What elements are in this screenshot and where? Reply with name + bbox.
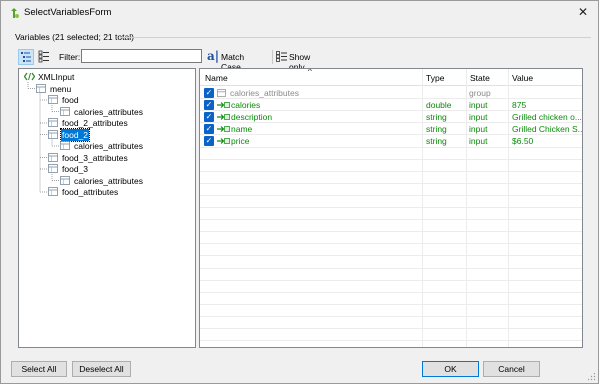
- toolbar-separator: [272, 50, 273, 64]
- tree-node-label: calories_attributes: [74, 106, 143, 117]
- cell-name: calories: [231, 99, 261, 110]
- variables-group-label: Variables (21 selected; 21 total): [15, 32, 134, 42]
- tree-node-label: calories_attributes: [74, 175, 143, 186]
- input-arrow-icon: [217, 125, 230, 133]
- resize-grip-icon[interactable]: [588, 373, 596, 381]
- row-divider: [200, 267, 582, 269]
- tree-node-label: food_3_attributes: [62, 152, 128, 163]
- row-divider: [200, 279, 582, 281]
- table-row[interactable]: ✓ price string input $6.50: [200, 135, 582, 147]
- tree-node-label: food_3: [62, 164, 88, 174]
- row-divider: [200, 219, 582, 221]
- cell-state: input: [469, 99, 488, 110]
- table-row[interactable]: ✓ calories_attributes group: [200, 87, 582, 99]
- tree-node-label: XMLInput: [38, 72, 75, 82]
- row-checkbox[interactable]: ✓: [204, 99, 214, 110]
- row-divider: [200, 303, 582, 305]
- table-icon: [48, 164, 58, 173]
- row-divider: [200, 243, 582, 245]
- row-divider: [200, 315, 582, 317]
- cell-type: double: [426, 99, 452, 110]
- match-case-icon[interactable]: a|: [207, 49, 219, 63]
- cell-type: string: [426, 135, 447, 146]
- app-icon: [11, 8, 19, 18]
- group-divider: [121, 37, 591, 38]
- cell-state: group: [469, 87, 491, 98]
- cell-state: input: [469, 123, 488, 134]
- row-divider: [200, 182, 582, 184]
- table-icon: [48, 187, 58, 196]
- show-selected-icon[interactable]: [276, 51, 287, 62]
- row-divider: [200, 328, 582, 329]
- tree-view-toggle-icon[interactable]: [18, 49, 34, 65]
- table-icon: [60, 141, 70, 150]
- row-divider: [200, 158, 582, 160]
- row-divider: [200, 231, 582, 233]
- cell-name: description: [231, 111, 273, 122]
- cell-state: input: [469, 111, 488, 122]
- select-all-button[interactable]: Select All: [11, 361, 67, 377]
- title-bar: SelectVariablesForm ✕: [1, 1, 598, 25]
- table-icon: [48, 95, 58, 104]
- table-row[interactable]: ✓ calories double input 875: [200, 99, 582, 111]
- row-divider: [200, 207, 582, 208]
- row-checkbox[interactable]: ✓: [204, 123, 214, 134]
- table-icon: [60, 175, 70, 185]
- filter-input[interactable]: [81, 49, 202, 63]
- ok-button[interactable]: OK: [422, 361, 479, 377]
- row-divider: [200, 170, 582, 172]
- input-arrow-icon: [217, 101, 230, 109]
- window-title: SelectVariablesForm: [24, 7, 112, 18]
- table-row[interactable]: ✓ description string input Grilled chicken o…: [200, 111, 582, 123]
- cell-type: string: [426, 111, 447, 122]
- close-icon[interactable]: ✕: [574, 3, 592, 21]
- tree-node-label: food_2_attributes: [62, 118, 128, 128]
- row-checkbox[interactable]: ✓: [204, 87, 214, 98]
- cell-state: input: [469, 135, 488, 146]
- cell-name: name: [231, 123, 253, 134]
- deselect-all-button[interactable]: Deselect All: [72, 361, 131, 377]
- table-icon: [60, 106, 70, 116]
- row-checkbox[interactable]: ✓: [204, 111, 214, 122]
- row-divider: [200, 255, 582, 257]
- cell-name: price: [231, 135, 250, 146]
- table-icon: [36, 83, 46, 93]
- row-divider: [200, 340, 582, 342]
- list-view-toggle-icon[interactable]: [37, 49, 53, 65]
- cell-value: Grilled Chicken S...: [512, 123, 582, 134]
- tree-node-label: menu: [50, 83, 72, 94]
- select-variables-window: SelectVariablesForm ✕ Variables (21 sele…: [0, 0, 599, 384]
- filter-label: Filter:: [59, 52, 81, 62]
- input-arrow-icon: [217, 113, 230, 121]
- table-icon: [48, 118, 58, 127]
- column-header-type[interactable]: Type: [426, 73, 444, 83]
- tree-node-label: calories_attributes: [74, 141, 143, 151]
- cell-type: string: [426, 123, 447, 134]
- column-header-state[interactable]: State: [470, 73, 490, 83]
- grid-header: Name ^ Type State Value: [200, 68, 582, 86]
- tree-node-label: food_2: [60, 127, 90, 142]
- input-arrow-icon: [217, 137, 230, 145]
- variables-tree[interactable]: XMLInput menu food calories_attributes food_…: [18, 68, 196, 348]
- variables-grid[interactable]: Name ^ Type State Value ✓ calories_attrib…: [199, 68, 583, 348]
- column-header-value[interactable]: Value: [512, 73, 533, 83]
- row-checkbox[interactable]: ✓: [204, 135, 214, 146]
- table-row[interactable]: ✓ name string input Grilled Chicken S...: [200, 123, 582, 135]
- row-divider: [200, 194, 582, 196]
- row-divider: [200, 291, 582, 293]
- column-header-name[interactable]: Name: [205, 73, 228, 83]
- table-icon: [48, 152, 58, 162]
- cell-value: $6.50: [512, 135, 534, 146]
- table-icon: [217, 88, 230, 97]
- xml-icon: [23, 72, 36, 81]
- cell-value: Grilled chicken o...: [512, 111, 582, 122]
- sort-indicator-icon: ^: [308, 68, 312, 76]
- tree-node-label: food_attributes: [62, 187, 119, 197]
- cell-value: 875: [512, 99, 527, 110]
- cell-name: calories_attributes: [230, 87, 299, 98]
- tree-node-label: food: [62, 95, 79, 105]
- cancel-button[interactable]: Cancel: [483, 361, 540, 377]
- table-icon: [48, 129, 58, 139]
